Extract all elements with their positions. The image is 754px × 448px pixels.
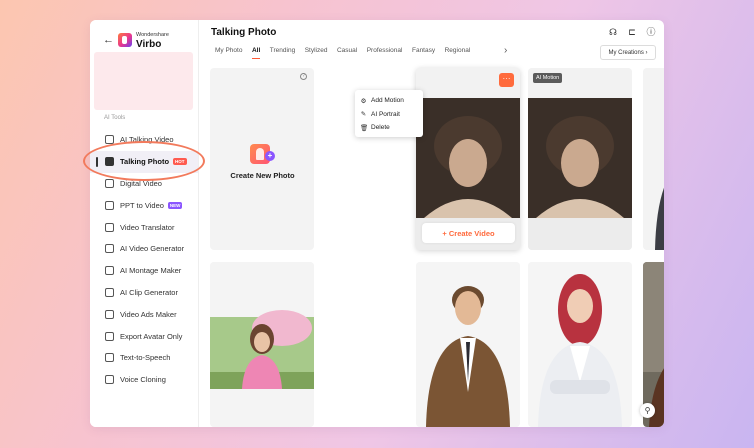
sidebar-item-ai-video-generator[interactable]: AI Video Generator: [90, 238, 198, 260]
sidebar-item-ai-clip-generator[interactable]: AI Clip Generator: [90, 282, 198, 304]
tab-fantasy[interactable]: Fantasy: [412, 47, 435, 59]
my-creations-button[interactable]: My Creations ›: [600, 45, 656, 60]
ads-icon: [105, 309, 114, 319]
tab-all[interactable]: All: [251, 47, 261, 59]
clip-icon: [105, 287, 114, 297]
brand: ← Wondershare Virbo: [103, 30, 169, 50]
brand-company: Wondershare: [136, 31, 169, 38]
sidebar-item-label: Export Avatar Only: [120, 331, 183, 341]
menu-item-label: AI Portrait: [371, 110, 400, 118]
create-new-photo-label: Create New Photo: [230, 171, 295, 180]
section-label: AI Tools: [104, 115, 126, 121]
tab-casual[interactable]: Casual: [337, 47, 357, 59]
photo-card-suit-man[interactable]: [416, 262, 520, 427]
photo-card-business-woman[interactable]: [643, 68, 664, 250]
photo-card-park-woman[interactable]: [210, 262, 314, 427]
tts-icon: [105, 353, 114, 363]
menu-item-add-motion[interactable]: ⚙ Add Motion: [355, 94, 423, 108]
more-options-button[interactable]: ···: [499, 73, 514, 87]
photo-card-vintage-woman[interactable]: ··· + Create Video: [416, 68, 520, 250]
tab-trending[interactable]: Trending: [270, 47, 295, 59]
menu-item-delete[interactable]: 🗑 Delete: [355, 121, 423, 135]
highlight-ring-annotation: [83, 141, 205, 181]
sidebar-item-label: AI Clip Generator: [120, 287, 178, 297]
montage-icon: [105, 266, 114, 276]
sidebar: ← Wondershare Virbo AI Tools AI Talking …: [90, 20, 199, 427]
sidebar-item-text-to-speech[interactable]: Text-to-Speech: [90, 347, 198, 369]
park-woman-image: [210, 262, 314, 427]
bookmark-icon[interactable]: ⊏: [627, 27, 637, 37]
brand-name: Virbo: [136, 38, 162, 50]
plus-icon: +: [265, 151, 275, 161]
digital-video-icon: [105, 178, 114, 188]
tab-regional[interactable]: Regional: [445, 47, 471, 59]
chevron-right-icon: ›: [643, 49, 648, 56]
sidebar-item-export-avatar-only[interactable]: Export Avatar Only: [90, 325, 198, 347]
category-tabs: My Photo All Trending Stylized Casual Pr…: [215, 47, 480, 59]
ai-motion-tag: AI Motion: [533, 73, 563, 83]
business-woman-image: [643, 68, 664, 250]
create-new-photo-card[interactable]: ? + Create New Photo: [210, 68, 314, 250]
sidebar-item-ai-montage-maker[interactable]: AI Montage Maker: [90, 260, 198, 282]
motion-icon: ⚙: [360, 97, 367, 105]
portrait-wand-icon: ✎: [360, 111, 367, 119]
brand-text: Wondershare Virbo: [136, 31, 169, 50]
sidebar-item-video-ads-maker[interactable]: Video Ads Maker: [90, 303, 198, 325]
sidebar-item-label: Text-to-Speech: [120, 353, 171, 363]
create-video-button[interactable]: + Create Video: [422, 223, 515, 243]
app-window: ← Wondershare Virbo AI Tools AI Talking …: [90, 20, 664, 427]
promo-banner[interactable]: [94, 52, 193, 110]
redhead-woman-image: [528, 262, 632, 427]
help-icon[interactable]: ⓘ: [646, 27, 656, 37]
location-pin-icon[interactable]: ⚲: [640, 403, 655, 418]
virbo-logo-icon: [118, 33, 132, 47]
chevron-right-icon[interactable]: ›: [504, 45, 507, 56]
help-icon[interactable]: ?: [300, 73, 307, 80]
page-title: Talking Photo: [211, 27, 277, 38]
my-creations-label: My Creations: [608, 49, 644, 56]
sidebar-item-voice-cloning[interactable]: Voice Cloning: [90, 369, 198, 391]
vintage-portrait-image: [528, 68, 632, 250]
context-menu: ⚙ Add Motion ✎ AI Portrait 🗑 Delete: [355, 90, 423, 137]
suit-man-image: [416, 262, 520, 427]
export-avatar-icon: [105, 331, 114, 341]
sidebar-item-label: Video Ads Maker: [120, 309, 177, 319]
menu-item-label: Delete: [371, 124, 390, 132]
translate-icon: [105, 222, 114, 232]
tab-my-photo[interactable]: My Photo: [215, 47, 242, 59]
voice-clone-icon: [105, 375, 114, 385]
arrow-left-icon[interactable]: ←: [103, 34, 117, 46]
tab-stylized[interactable]: Stylized: [305, 47, 328, 59]
trash-icon: 🗑: [360, 124, 369, 132]
new-badge: NEW: [167, 201, 183, 209]
photo-card-ai-motion[interactable]: AI Motion: [528, 68, 632, 250]
sidebar-item-ppt-to-video[interactable]: PPT to Video NEW: [90, 194, 198, 216]
headset-icon[interactable]: ☊: [608, 27, 618, 37]
top-toolbar: ☊ ⊏ ⓘ: [599, 27, 656, 37]
sidebar-item-label: PPT to Video: [120, 200, 164, 210]
photo-card-redhead-woman[interactable]: [528, 262, 632, 427]
video-generator-icon: [105, 244, 114, 254]
main-panel: Talking Photo ☊ ⊏ ⓘ My Photo All Trendin…: [200, 20, 664, 427]
tab-professional[interactable]: Professional: [367, 47, 403, 59]
sidebar-item-label: Video Translator: [120, 222, 175, 232]
sidebar-item-video-translator[interactable]: Video Translator: [90, 216, 198, 238]
sidebar-item-label: Voice Cloning: [120, 375, 166, 385]
menu-item-label: Add Motion: [371, 97, 404, 105]
ppt-icon: [105, 200, 114, 210]
sidebar-item-label: AI Video Generator: [120, 244, 185, 254]
sidebar-item-label: AI Montage Maker: [120, 266, 182, 276]
menu-item-ai-portrait[interactable]: ✎ AI Portrait: [355, 108, 423, 122]
